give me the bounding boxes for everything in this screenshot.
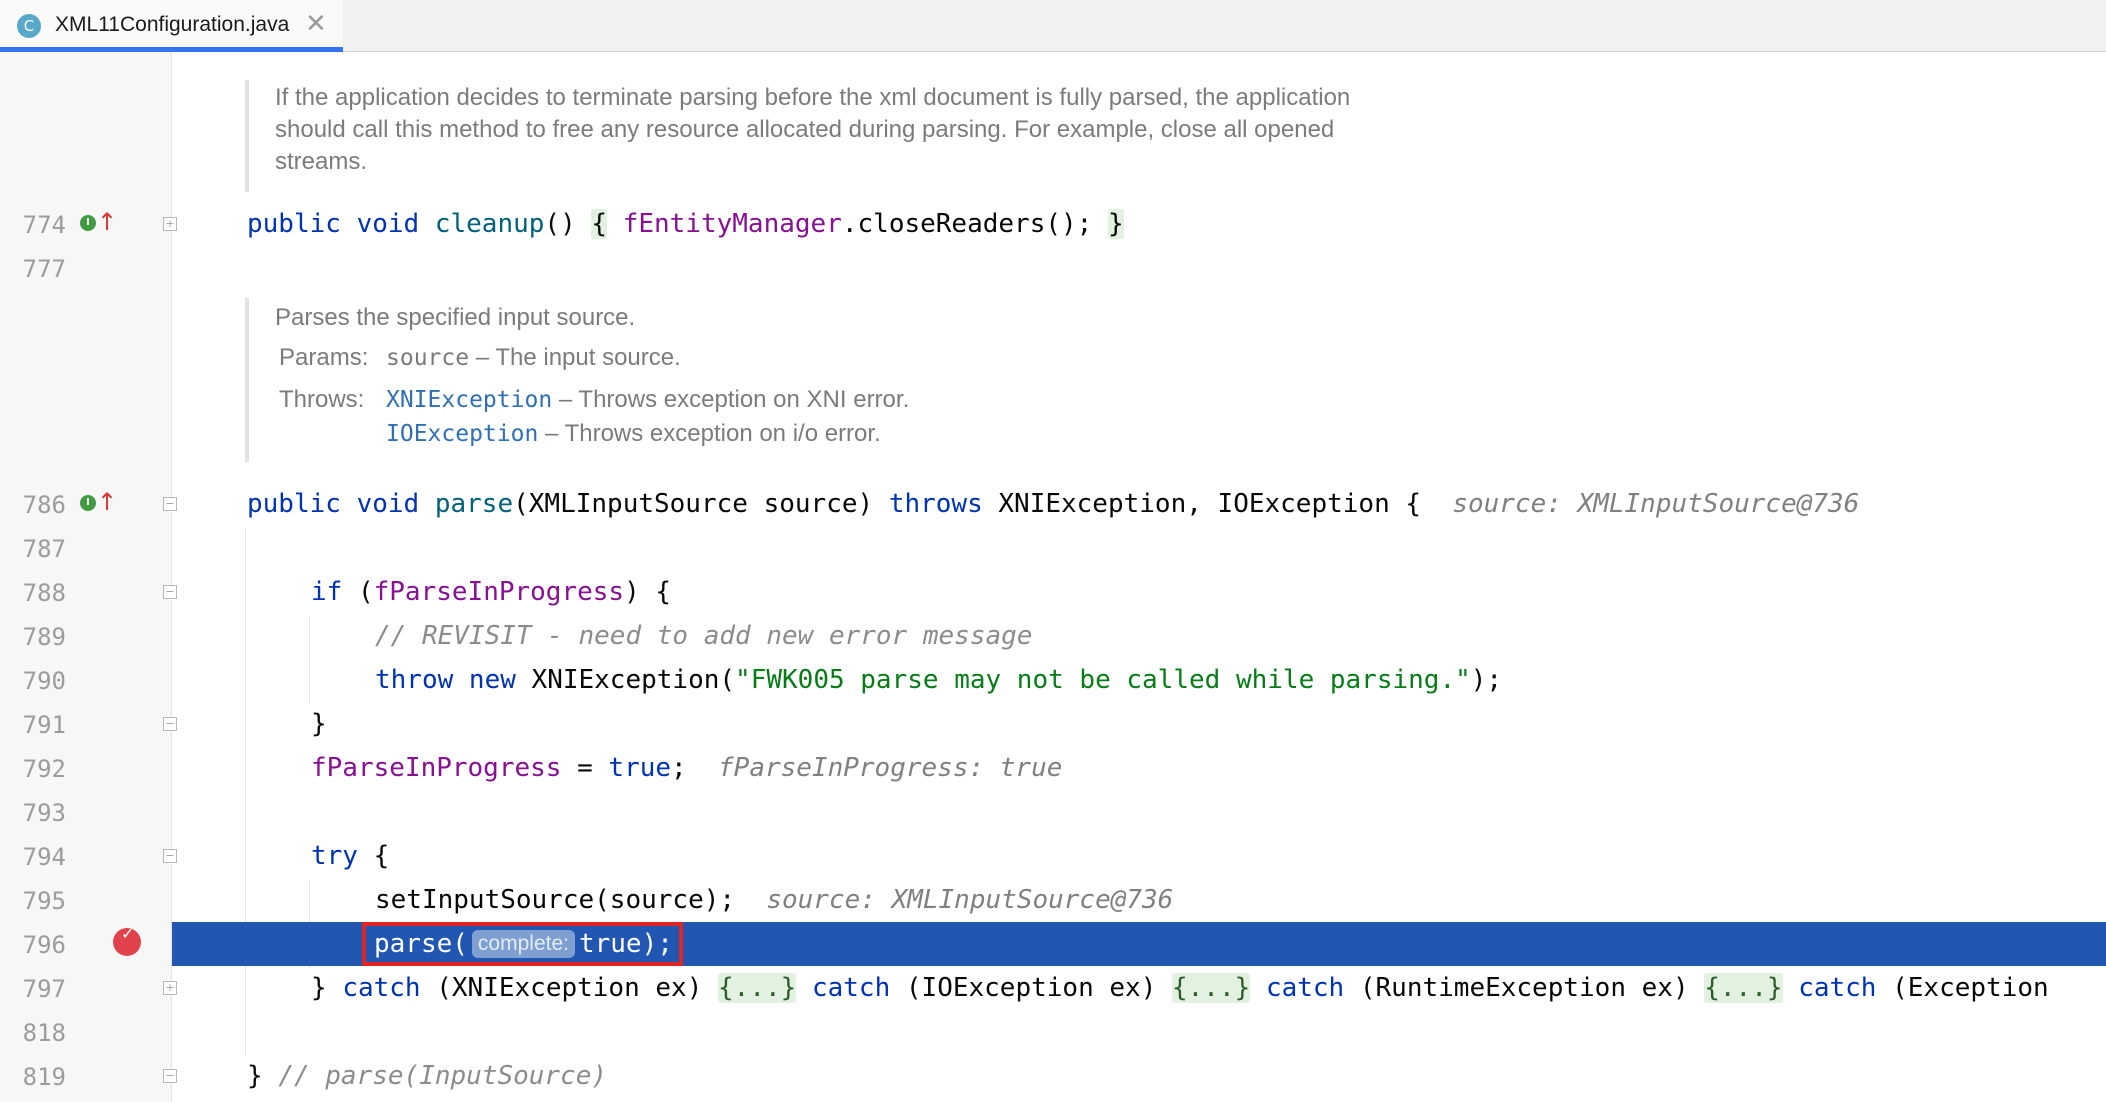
line-number: 786 xyxy=(22,491,66,519)
code-text: fParseInProgress = true; fParseInProgres… xyxy=(311,753,1063,783)
highlighted-call[interactable]: parse(complete: true); xyxy=(362,922,683,966)
code-line-788[interactable]: 788 − if (fParseInProgress) { xyxy=(0,570,2106,614)
line-number: 792 xyxy=(22,755,66,783)
line-number: 795 xyxy=(22,887,66,915)
javadoc-param-name: source xyxy=(386,345,470,371)
tab-label: XML11Configuration.java xyxy=(55,13,290,36)
javadoc-throws-desc: – Throws exception on XNI error. xyxy=(558,386,910,413)
code-line-789[interactable]: 789 // REVISIT - need to add new error m… xyxy=(0,614,2106,658)
close-icon[interactable]: ✕ xyxy=(305,9,327,37)
code-line-787[interactable]: 787 xyxy=(0,526,2106,570)
javadoc-parse: Parses the specified input source. Param… xyxy=(245,298,909,462)
line-number: 819 xyxy=(22,1063,66,1091)
parameter-hint: complete: xyxy=(471,930,575,958)
code-text: // REVISIT - need to add new error messa… xyxy=(375,621,1033,651)
fold-toggle-icon[interactable]: − xyxy=(163,1069,177,1083)
tab-xml11configuration[interactable]: C XML11Configuration.java ✕ xyxy=(0,0,343,52)
javadoc-line: If the application decides to terminate … xyxy=(275,84,1351,111)
code-line-793[interactable]: 793 xyxy=(0,790,2106,834)
override-arrow-icon[interactable]: ↑ xyxy=(97,210,117,234)
javadoc-line: should call this method to free any reso… xyxy=(275,116,1335,143)
javadoc-params-label: Params: xyxy=(279,344,369,371)
fold-toggle-icon[interactable]: − xyxy=(163,497,177,511)
code-text: } catch (XNIException ex) {...} catch (I… xyxy=(311,973,2049,1003)
fold-toggle-icon[interactable]: + xyxy=(163,217,177,231)
folded-block: {...} xyxy=(1704,973,1783,1003)
javadoc-summary: Parses the specified input source. xyxy=(275,304,636,331)
javadoc-line: streams. xyxy=(275,148,368,175)
line-number: 791 xyxy=(22,711,66,739)
code-text: public void parse(XMLInputSource source)… xyxy=(247,489,1860,519)
code-line-786[interactable]: 786 I ↑ − public void parse(XMLInputSour… xyxy=(0,482,2106,526)
javadoc-cleanup: If the application decides to terminate … xyxy=(245,80,1350,192)
line-number: 796 xyxy=(22,931,66,959)
breakpoint-check-icon: ✓ xyxy=(121,924,135,943)
folded-block: {...} xyxy=(1172,973,1251,1003)
java-class-icon: C xyxy=(17,14,41,38)
inline-debug-value: fParseInProgress: true xyxy=(718,753,1063,783)
fold-toggle-icon[interactable]: − xyxy=(163,849,177,863)
fold-toggle-icon[interactable]: − xyxy=(163,585,177,599)
code-line-791[interactable]: 791 − } xyxy=(0,702,2106,746)
fold-toggle-icon[interactable]: + xyxy=(163,981,177,995)
code-line-795[interactable]: 795 setInputSource(source); source: XMLI… xyxy=(0,878,2106,922)
javadoc-throws-label: Throws: xyxy=(279,386,365,413)
code-line-797[interactable]: 797 + } catch (XNIException ex) {...} ca… xyxy=(0,966,2106,1010)
line-number: 818 xyxy=(22,1019,66,1047)
line-number: 789 xyxy=(22,623,66,651)
inline-debug-value: source: XMLInputSource@736 xyxy=(1452,489,1860,519)
line-number: 793 xyxy=(22,799,66,827)
javadoc-throws-desc: – Throws exception on i/o error. xyxy=(545,420,881,447)
fold-toggle-icon[interactable]: − xyxy=(163,717,177,731)
line-number: 777 xyxy=(22,255,66,283)
code-text: try { xyxy=(311,841,390,871)
code-text: setInputSource(source); source: XMLInput… xyxy=(375,885,1174,915)
line-number: 790 xyxy=(22,667,66,695)
code-line-819[interactable]: 819 − } // parse(InputSource) xyxy=(0,1054,2106,1098)
javadoc-throws-link[interactable]: XNIException xyxy=(386,387,552,413)
code-line-790[interactable]: 790 throw new XNIException("FWK005 parse… xyxy=(0,658,2106,702)
code-text: if (fParseInProgress) { xyxy=(311,577,672,607)
inline-debug-value: source: XMLInputSource@736 xyxy=(766,885,1174,915)
code-text: } // parse(InputSource) xyxy=(247,1061,608,1091)
code-line-818[interactable]: 818 xyxy=(0,1010,2106,1054)
code-text: throw new XNIException("FWK005 parse may… xyxy=(375,665,1503,695)
implementation-icon[interactable]: I xyxy=(80,215,96,231)
code-text: } xyxy=(311,709,327,739)
implementation-icon[interactable]: I xyxy=(80,495,96,511)
code-line-794[interactable]: 794 − try { xyxy=(0,834,2106,878)
line-number: 794 xyxy=(22,843,66,871)
javadoc-throws-link[interactable]: IOException xyxy=(386,421,538,447)
javadoc-param-desc: – The input source. xyxy=(475,344,681,371)
folded-block: {...} xyxy=(718,973,797,1003)
override-arrow-icon[interactable]: ↑ xyxy=(97,490,117,514)
line-number: 788 xyxy=(22,579,66,607)
code-text: public void cleanup() { fEntityManager.c… xyxy=(247,209,1124,239)
code-line-796[interactable]: 796 xyxy=(0,922,2106,966)
editor-tab-bar: C XML11Configuration.java ✕ xyxy=(0,0,2106,52)
code-line-774[interactable]: 774 I ↑ + public void cleanup() { fEntit… xyxy=(0,202,2106,246)
code-line-777[interactable]: 777 xyxy=(0,246,2106,290)
line-number: 787 xyxy=(22,535,66,563)
line-number: 774 xyxy=(22,211,66,239)
code-line-792[interactable]: 792 fParseInProgress = true; fParseInPro… xyxy=(0,746,2106,790)
line-number: 797 xyxy=(22,975,66,1003)
